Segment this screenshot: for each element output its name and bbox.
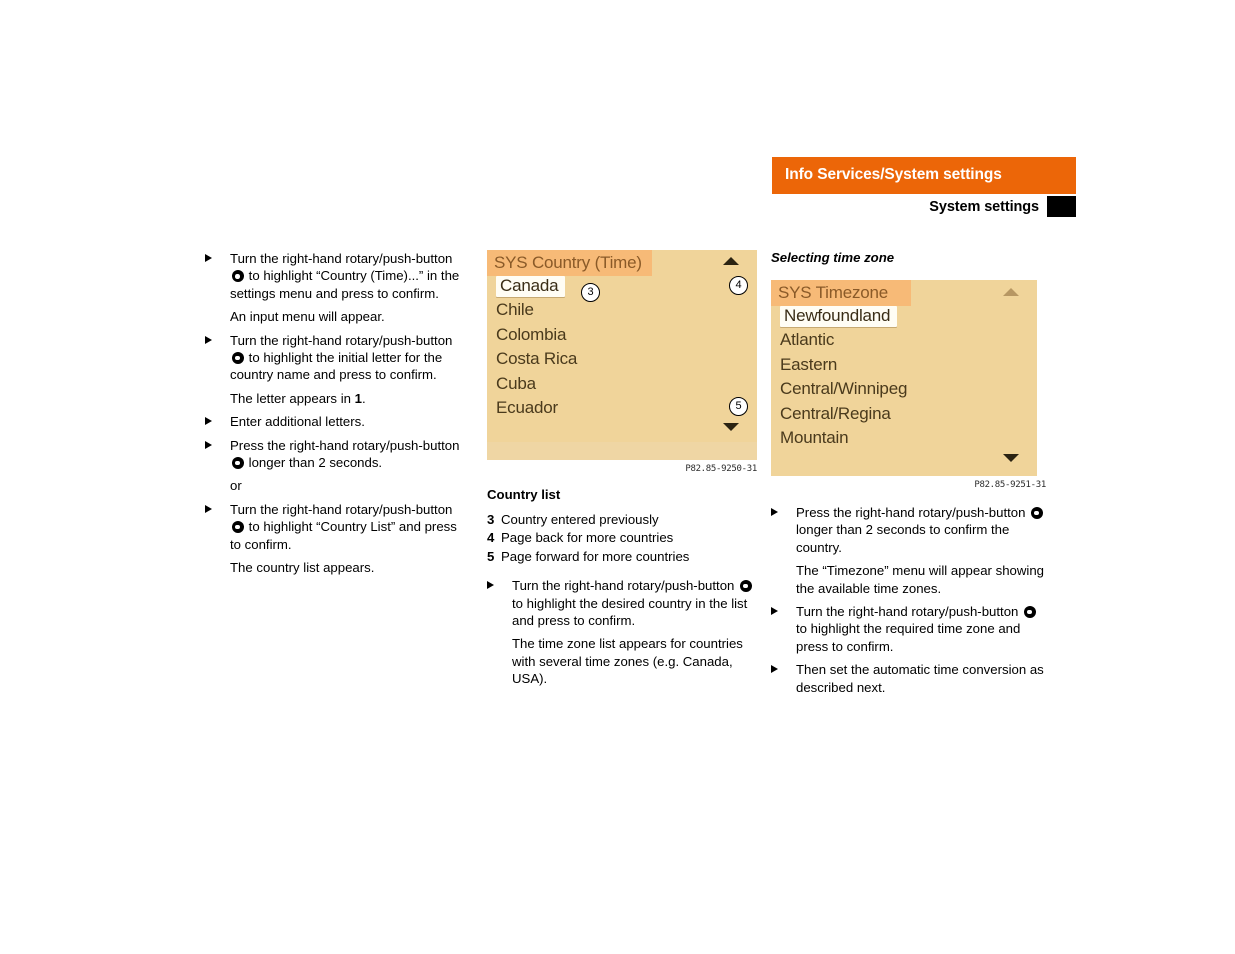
legend-item: 4 Page back for more countries	[487, 529, 757, 547]
menu-row-selected[interactable]: Newfoundland	[771, 306, 1037, 330]
step-bullet-triangle-icon	[771, 508, 778, 516]
rotary-push-button-icon	[1023, 606, 1036, 619]
instruction-step: Turn the right-hand rotary/push-button t…	[771, 603, 1046, 655]
timezone-screenshot-caption: P82.85-9251-31	[974, 480, 1046, 490]
inline-reference-number: 1	[354, 390, 362, 406]
legend-item: 5 Page forward for more countries	[487, 548, 757, 566]
menu-row[interactable]: Chile	[487, 300, 757, 324]
legend-item-number: 4	[487, 530, 495, 546]
menu-row-label: Eastern	[780, 354, 838, 374]
country-list-screenshot: SYS Country (Time) Canada Chile Colombia Co…	[487, 250, 757, 460]
menu-row-selected[interactable]: Canada	[487, 276, 757, 300]
menu-row[interactable]: Central/Winnipeg	[771, 379, 1037, 403]
menu-row[interactable]: Atlantic	[771, 330, 1037, 354]
menu-row-label: Cuba	[496, 373, 536, 393]
step-bullet-triangle-icon	[205, 254, 212, 262]
step-bullet-triangle-icon	[205, 417, 212, 426]
menu-row[interactable]: Costa Rica	[487, 349, 757, 373]
triangle-up-icon[interactable]	[723, 257, 739, 265]
instruction-note: The country list appears.	[230, 560, 375, 576]
legend-item: 3 Country entered previously	[487, 511, 757, 529]
rotary-push-button-icon	[231, 457, 244, 470]
rotary-push-button-icon	[739, 580, 752, 593]
menu-row[interactable]: Ecuador	[487, 398, 757, 422]
instruction-note: or	[230, 478, 242, 494]
instruction-step: Turn the right-hand rotary/push-button t…	[205, 332, 470, 384]
country-screenshot-caption: P82.85-9250-31	[685, 464, 757, 474]
chapter-header-bar: Info Services/System settings	[772, 157, 1076, 194]
left-steps-container: Turn the right-hand rotary/push-button t…	[205, 250, 470, 577]
step-bullet-triangle-icon	[205, 504, 212, 513]
menu-row-label: Atlantic	[780, 330, 835, 350]
menu-row-label: Central/Regina	[780, 403, 891, 423]
instruction-step: Then set the automatic time conversion a…	[771, 661, 1046, 696]
callout-3: 3	[581, 283, 600, 302]
menu-row-label: Costa Rica	[496, 349, 578, 369]
selecting-time-zone-subtitle: Selecting time zone	[771, 250, 895, 265]
instruction-note: The “Timezone” menu will appear showing …	[796, 563, 1044, 596]
country-screen-bottom-band	[487, 442, 757, 460]
country-screen-title: SYS Country (Time)	[494, 253, 642, 272]
menu-row-label: Newfoundland	[780, 306, 898, 327]
callout-4: 4	[729, 276, 748, 295]
step-bullet-triangle-icon	[771, 665, 778, 674]
chapter-title: Info Services/System settings	[785, 166, 1002, 183]
menu-row-label: Central/Winnipeg	[780, 379, 908, 399]
right-column: Selecting time zone SYS Timezone Newfoun…	[771, 250, 1046, 702]
menu-row-label: Chile	[496, 300, 534, 320]
legend-item-number: 3	[487, 512, 495, 527]
menu-row[interactable]: Central/Regina	[771, 404, 1037, 428]
callout-5: 5	[729, 397, 748, 416]
rotary-push-button-icon	[231, 521, 244, 534]
menu-row-label: Mountain	[780, 427, 849, 447]
instruction-note: The letter appears in 1.	[230, 390, 366, 406]
country-list-legend-heading: Country list	[487, 487, 561, 502]
instruction-note: The time zone list appears for countries…	[512, 636, 743, 687]
instruction-step: Press the right-hand rotary/push-button …	[205, 437, 470, 472]
menu-row-label: Colombia	[496, 324, 567, 344]
triangle-up-outline-icon[interactable]	[1003, 288, 1019, 296]
right-steps-container: Press the right-hand rotary/push-button …	[771, 504, 1046, 696]
instruction-step: Turn the right-hand rotary/push-button t…	[487, 577, 757, 629]
menu-row[interactable]: Mountain	[771, 428, 1037, 452]
menu-row[interactable]: Cuba	[487, 374, 757, 398]
legend-item-number: 5	[487, 548, 495, 564]
instruction-step: Enter additional letters.	[205, 413, 470, 430]
left-column: Turn the right-hand rotary/push-button t…	[205, 250, 470, 583]
country-list-legend: 3 Country entered previously 4 Page back fo…	[487, 511, 757, 566]
menu-row-label: Ecuador	[496, 397, 558, 417]
country-rows: Canada Chile Colombia Costa Rica Cuba Ecuador	[487, 276, 757, 422]
step-bullet-triangle-icon	[487, 581, 494, 590]
instruction-step: Turn the right-hand rotary/push-button t…	[205, 501, 470, 553]
section-header: System settings	[772, 196, 1076, 219]
instruction-step: Press the right-hand rotary/push-button …	[771, 504, 1046, 556]
step-bullet-triangle-icon	[205, 440, 212, 449]
chapter-thumb-tab	[1047, 196, 1076, 217]
step-bullet-triangle-icon	[771, 607, 778, 616]
menu-row-label: Canada	[496, 276, 566, 297]
triangle-down-icon[interactable]	[1003, 454, 1019, 462]
instruction-step: Turn the right-hand rotary/push-button t…	[205, 250, 470, 302]
triangle-down-icon[interactable]	[723, 423, 739, 431]
menu-row[interactable]: Eastern	[771, 355, 1037, 379]
step-bullet-triangle-icon	[205, 335, 212, 344]
menu-row[interactable]: Colombia	[487, 325, 757, 349]
middle-column: SYS Country (Time) Canada Chile Colombia Co…	[487, 250, 757, 694]
timezone-screenshot: SYS Timezone Newfoundland Atlantic Eastern…	[771, 280, 1037, 476]
rotary-push-button-icon	[231, 270, 244, 283]
rotary-push-button-icon	[231, 352, 244, 365]
rotary-push-button-icon	[1030, 507, 1043, 519]
timezone-screen-title: SYS Timezone	[778, 283, 889, 302]
middle-steps-container: Turn the right-hand rotary/push-button t…	[487, 577, 757, 687]
timezone-rows: Newfoundland Atlantic Eastern Central/Winni…	[771, 306, 1037, 452]
instruction-note: An input menu will appear.	[230, 309, 385, 325]
section-title: System settings	[929, 199, 1039, 215]
